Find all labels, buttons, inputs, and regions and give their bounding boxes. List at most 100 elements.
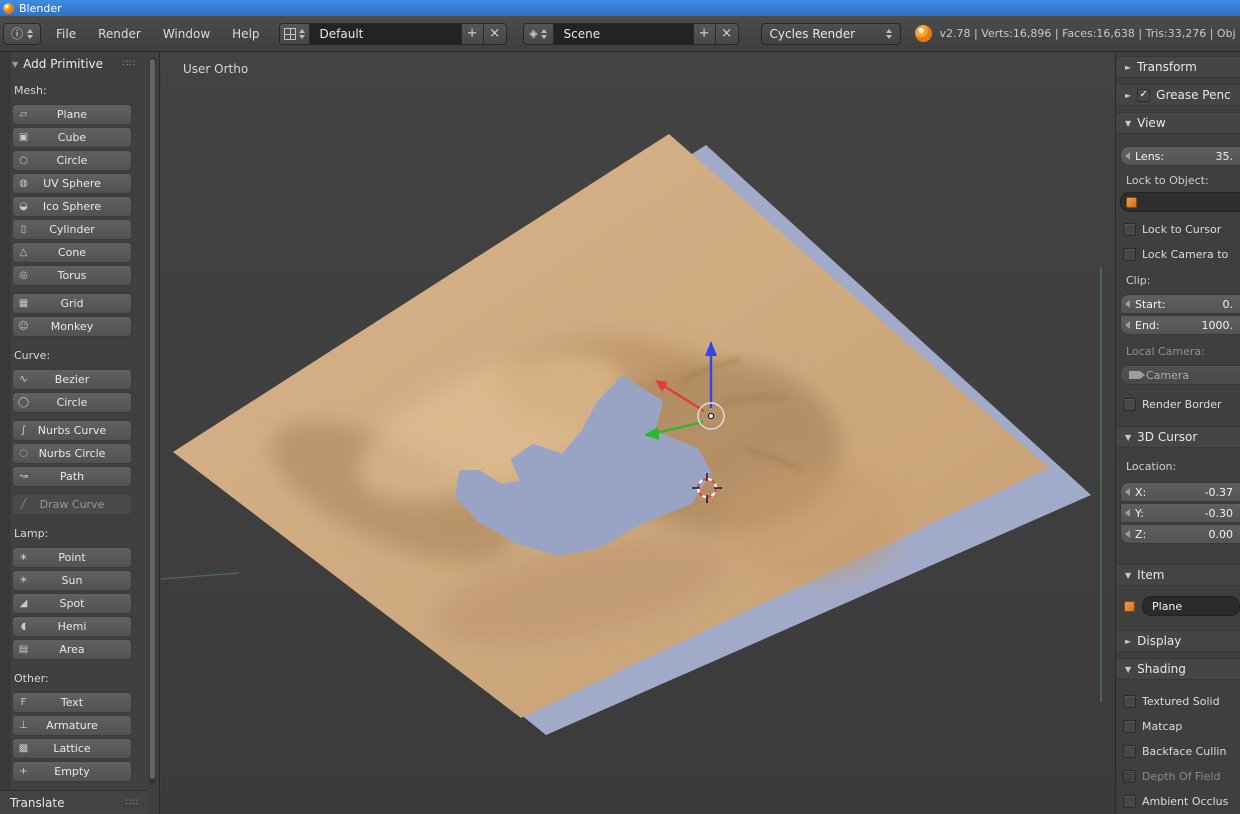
panel-header-transform[interactable]: ► Transform <box>1116 56 1240 78</box>
add-cube-button[interactable]: ▣Cube <box>12 127 132 148</box>
lock-to-cursor-checkbox[interactable] <box>1123 223 1136 236</box>
screen-layout-delete-button[interactable]: × <box>484 24 506 44</box>
dropdown-arrows-icon <box>886 29 892 39</box>
add-cone-button[interactable]: △Cone <box>12 242 132 263</box>
backface-culling-row[interactable]: Backface Cullin <box>1123 744 1240 758</box>
collapse-icon: ▼ <box>1125 571 1131 580</box>
grease-pencil-checkbox[interactable]: ✓ <box>1137 89 1150 102</box>
render-border-row[interactable]: Render Border <box>1123 397 1240 411</box>
panel-header-translate[interactable]: Translate ∷∷ <box>0 790 147 814</box>
add-nurbs-curve-button[interactable]: ∫Nurbs Curve <box>12 420 132 441</box>
add-uv-sphere-button[interactable]: ◍UV Sphere <box>12 173 132 194</box>
matcap-checkbox[interactable] <box>1123 720 1136 733</box>
blender-logo-icon <box>915 25 932 42</box>
add-torus-button[interactable]: ◎Torus <box>12 265 132 286</box>
render-border-checkbox[interactable] <box>1123 398 1136 411</box>
panel-header-add-primitive[interactable]: ▼ Add Primitive ∷∷ <box>12 56 136 72</box>
panel-header-display[interactable]: ► Display <box>1116 630 1240 652</box>
textured-solid-checkbox[interactable] <box>1123 695 1136 708</box>
add-armature-button[interactable]: ⊥Armature <box>12 715 132 736</box>
decrement-arrow-icon[interactable] <box>1125 321 1130 329</box>
object-name-field[interactable]: Plane <box>1142 596 1240 616</box>
scrollbar-thumb[interactable] <box>150 59 155 779</box>
panel-header-grease-pencil[interactable]: ► ✓ Grease Penc <box>1116 84 1240 106</box>
add-sun-lamp-button[interactable]: ☀Sun <box>12 570 132 591</box>
draw-curve-icon: ╱ <box>17 495 30 514</box>
editor-type-button[interactable]: ⓘ <box>3 23 41 45</box>
menu-render[interactable]: Render <box>87 27 152 41</box>
add-spot-lamp-button[interactable]: ◢Spot <box>12 593 132 614</box>
add-grid-button[interactable]: ▦Grid <box>12 293 132 314</box>
cube-icon: ▣ <box>17 128 30 147</box>
add-hemi-lamp-button[interactable]: ◖Hemi <box>12 616 132 637</box>
draw-curve-button[interactable]: ╱Draw Curve <box>12 494 132 515</box>
lock-to-cursor-row[interactable]: Lock to Cursor <box>1123 222 1240 236</box>
scene-icon: ◈ <box>529 28 537 39</box>
screen-layout-add-button[interactable]: + <box>462 24 484 44</box>
add-empty-button[interactable]: +Empty <box>12 761 132 782</box>
ambient-occlusion-checkbox[interactable] <box>1123 795 1136 808</box>
sun-lamp-icon: ☀ <box>17 571 30 590</box>
blender-window: Blender ⓘ File Render Window Help Defaul… <box>0 0 1240 814</box>
collapse-icon: ▼ <box>1125 665 1131 674</box>
menu-file[interactable]: File <box>45 27 87 41</box>
add-plane-button[interactable]: ▱Plane <box>12 104 132 125</box>
ambient-occlusion-row[interactable]: Ambient Occlus <box>1123 794 1240 808</box>
collapse-icon: ► <box>1125 637 1131 646</box>
lens-field[interactable]: Lens: 35. <box>1120 146 1240 166</box>
add-circle-button[interactable]: ○Circle <box>12 150 132 171</box>
textured-solid-row[interactable]: Textured Solid <box>1123 694 1240 708</box>
lock-object-dropdown[interactable] <box>1120 192 1240 212</box>
tool-shelf-tab-strip[interactable] <box>0 52 10 814</box>
add-point-lamp-button[interactable]: ∗Point <box>12 547 132 568</box>
add-cylinder-button[interactable]: ▯Cylinder <box>12 219 132 240</box>
decrement-arrow-icon[interactable] <box>1125 300 1130 308</box>
viewport-3d[interactable]: User Ortho <box>161 52 1115 814</box>
add-text-button[interactable]: FText <box>12 692 132 713</box>
hemi-lamp-icon: ◖ <box>17 617 30 636</box>
clip-end-field[interactable]: End: 1000. <box>1120 315 1240 335</box>
decrement-arrow-icon[interactable] <box>1125 530 1130 538</box>
panel-header-shading[interactable]: ▼ Shading <box>1116 658 1240 680</box>
torus-icon: ◎ <box>17 266 30 285</box>
decrement-arrow-icon[interactable] <box>1125 509 1130 517</box>
cursor-z-field[interactable]: Z: 0.00 <box>1120 524 1240 544</box>
scene-delete-button[interactable]: × <box>716 24 738 44</box>
add-area-lamp-button[interactable]: ▤Area <box>12 639 132 660</box>
backface-culling-checkbox[interactable] <box>1123 745 1136 758</box>
add-path-button[interactable]: ↝Path <box>12 466 132 487</box>
add-nurbs-circle-button[interactable]: ◌Nurbs Circle <box>12 443 132 464</box>
tool-shelf-scrollbar[interactable] <box>149 57 156 785</box>
add-ico-sphere-button[interactable]: ◒Ico Sphere <box>12 196 132 217</box>
cursor-x-field[interactable]: X: -0.37 <box>1120 482 1240 502</box>
depth-of-field-checkbox[interactable] <box>1123 770 1136 783</box>
scene-browse-button[interactable]: ◈ <box>524 24 554 44</box>
lock-camera-checkbox[interactable] <box>1123 248 1136 261</box>
screen-layout-browse-button[interactable] <box>280 24 310 44</box>
add-bezier-button[interactable]: ∿Bezier <box>12 369 132 390</box>
clip-start-field[interactable]: Start: 0. <box>1120 294 1240 314</box>
ico-sphere-icon: ◒ <box>17 197 30 216</box>
menu-window[interactable]: Window <box>152 27 221 41</box>
panel-header-3d-cursor[interactable]: ▼ 3D Cursor <box>1116 426 1240 448</box>
screen-layout-name-field[interactable]: Default <box>310 24 462 44</box>
panel-header-view[interactable]: ▼ View <box>1116 112 1240 134</box>
decrement-arrow-icon[interactable] <box>1125 488 1130 496</box>
cursor-y-field[interactable]: Y: -0.30 <box>1120 503 1240 523</box>
render-engine-dropdown[interactable]: Cycles Render <box>761 23 901 45</box>
lock-camera-row[interactable]: Lock Camera to <box>1123 247 1240 261</box>
panel-drag-dots-icon[interactable]: ∷∷ <box>123 59 136 69</box>
panel-header-item[interactable]: ▼ Item <box>1116 564 1240 586</box>
menu-help[interactable]: Help <box>221 27 270 41</box>
camera-button[interactable]: Camera <box>1120 365 1240 385</box>
info-editor-icon: ⓘ <box>11 28 23 40</box>
scene-add-button[interactable]: + <box>694 24 716 44</box>
depth-of-field-row[interactable]: Depth Of Field <box>1123 769 1240 783</box>
decrement-arrow-icon[interactable] <box>1125 152 1130 160</box>
scene-name-field[interactable]: Scene <box>554 24 694 44</box>
add-lattice-button[interactable]: ▩Lattice <box>12 738 132 759</box>
add-circle-curve-button[interactable]: ◯Circle <box>12 392 132 413</box>
matcap-row[interactable]: Matcap <box>1123 719 1240 733</box>
screen-layout-selector: Default + × <box>279 23 507 45</box>
add-monkey-button[interactable]: ☺Monkey <box>12 316 132 337</box>
